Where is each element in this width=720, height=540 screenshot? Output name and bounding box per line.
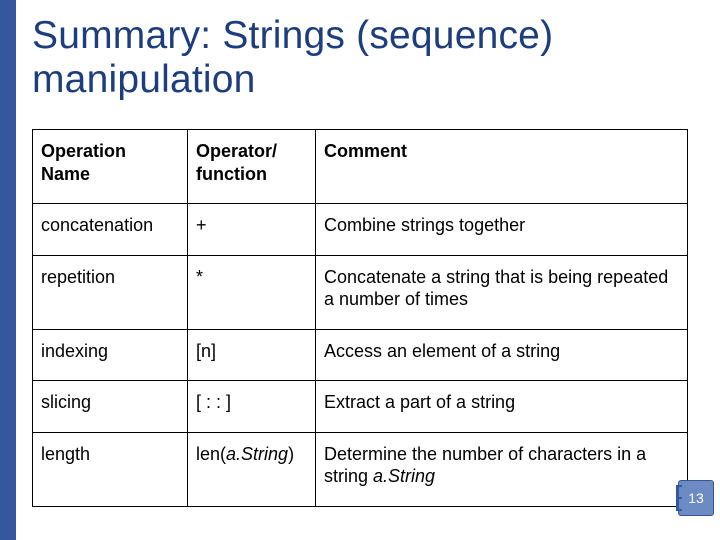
comment-arg: a.String [373,466,435,486]
table-row: slicing [ : : ] Extract a part of a stri… [33,381,688,433]
len-prefix: len( [196,444,226,464]
cell-operation-name: length [33,432,188,506]
header-comment: Comment [316,130,688,204]
page-title: Summary: Strings (sequence) manipulation [32,14,688,101]
cell-comment: Extract a part of a string [316,381,688,433]
cell-operation-name: repetition [33,255,188,329]
header-operator-function: Operator/ function [188,130,316,204]
table-row: repetition * Concatenate a string that i… [33,255,688,329]
page-number-badge: 13 [678,480,714,516]
len-suffix: ) [288,444,294,464]
cell-comment: Concatenate a string that is being repea… [316,255,688,329]
page-number: 13 [688,490,704,506]
cell-comment: Determine the number of characters in a … [316,432,688,506]
cell-operator: len(a.String) [188,432,316,506]
cell-comment: Access an element of a string [316,329,688,381]
table-row: concatenation + Combine strings together [33,204,688,256]
table-row: length len(a.String) Determine the numbe… [33,432,688,506]
cell-operation-name: slicing [33,381,188,433]
table-header-row: Operation Name Operator/ function Commen… [33,130,688,204]
table-row: indexing [n] Access an element of a stri… [33,329,688,381]
header-operation-name: Operation Name [33,130,188,204]
cell-operator: [ : : ] [188,381,316,433]
operations-table: Operation Name Operator/ function Commen… [32,129,688,507]
slide: Summary: Strings (sequence) manipulation… [0,0,720,540]
cell-operator: * [188,255,316,329]
len-arg: a.String [226,444,288,464]
cell-comment: Combine strings together [316,204,688,256]
cell-operation-name: concatenation [33,204,188,256]
cell-operator: [n] [188,329,316,381]
cell-operation-name: indexing [33,329,188,381]
left-accent-bar [0,0,16,540]
cell-operator: + [188,204,316,256]
